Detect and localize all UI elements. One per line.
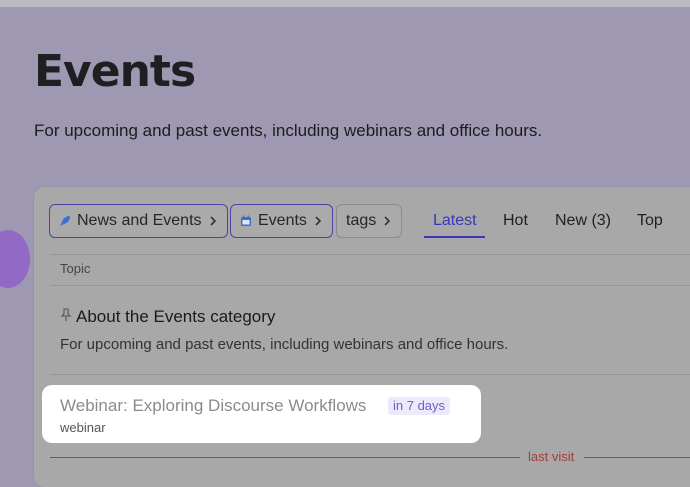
pinned-topic[interactable]: About the Events category [60, 307, 275, 327]
breadcrumb-subcategory[interactable]: Events [230, 204, 333, 238]
chevron-right-icon [313, 215, 323, 227]
breadcrumb-category-label: News and Events [77, 212, 202, 229]
nav-top[interactable]: Top [637, 212, 663, 230]
header-divider [50, 254, 690, 255]
breadcrumb-tags-label: tags [346, 212, 377, 229]
column-header-topic[interactable]: Topic [60, 261, 90, 276]
page-description: For upcoming and past events, including … [34, 121, 543, 140]
event-date-badge: in 7 days [388, 397, 451, 415]
calendar-icon [240, 215, 252, 227]
breadcrumb-category[interactable]: News and Events [49, 204, 228, 238]
breadcrumb-tags[interactable]: tags [336, 204, 403, 238]
column-divider [50, 285, 690, 286]
pinned-topic-excerpt: For upcoming and past events, including … [60, 336, 509, 353]
decorative-blob [0, 230, 30, 288]
chevron-right-icon [208, 215, 218, 227]
row-divider [50, 374, 690, 375]
pinned-topic-title[interactable]: About the Events category [76, 307, 275, 327]
highlighted-topic-row[interactable]: Webinar: Exploring Discourse Workflows i… [42, 385, 481, 443]
topic-title[interactable]: Webinar: Exploring Discourse Workflows [60, 396, 366, 416]
top-bar [0, 0, 690, 7]
breadcrumb-subcategory-label: Events [258, 212, 307, 229]
nav-active-indicator [424, 236, 485, 238]
page-title: Events [34, 46, 196, 97]
nav-latest[interactable]: Latest [433, 212, 477, 230]
pin-icon [60, 307, 72, 327]
nav-new[interactable]: New (3) [555, 212, 611, 230]
last-visit-line [50, 457, 520, 458]
chevron-right-icon [382, 215, 392, 227]
last-visit-line-right [584, 457, 690, 458]
nav-hot[interactable]: Hot [503, 212, 528, 230]
topic-tag[interactable]: webinar [60, 420, 106, 435]
rocket-icon [59, 215, 71, 227]
